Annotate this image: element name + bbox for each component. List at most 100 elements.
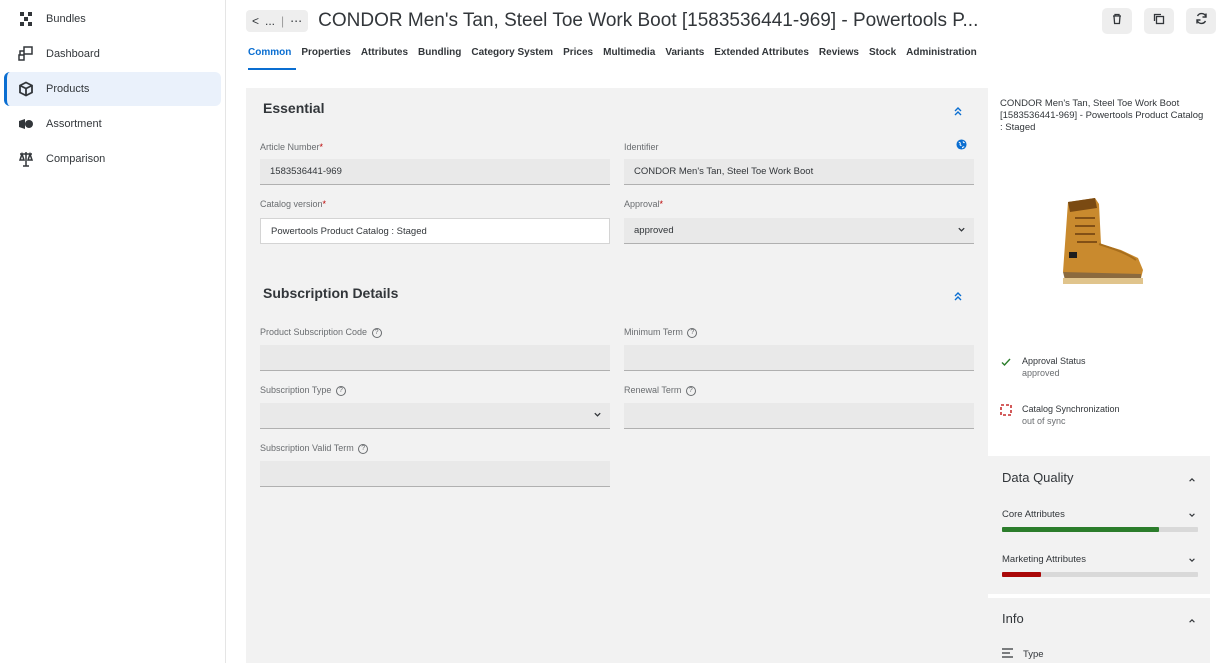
approval-select[interactable]: approved: [624, 218, 974, 244]
chevron-down-icon: [957, 225, 966, 237]
page-title: CONDOR Men's Tan, Steel Toe Work Boot [1…: [318, 10, 979, 31]
identifier-field[interactable]: CONDOR Men's Tan, Steel Toe Work Boot: [624, 159, 974, 185]
tab-common[interactable]: Common: [248, 44, 297, 70]
help-icon[interactable]: ?: [685, 385, 696, 396]
tab-prices[interactable]: Prices: [558, 44, 598, 70]
catalog-sync-value: out of sync: [1022, 416, 1066, 426]
copy-icon: [1153, 12, 1165, 30]
subscription-type-select[interactable]: [260, 403, 610, 429]
sidebar-item-comparison[interactable]: Comparison: [4, 142, 221, 176]
approval-select-value: approved: [634, 225, 674, 236]
required-mark: *: [319, 142, 324, 152]
globe-icon[interactable]: [956, 137, 967, 155]
approval-status-value: approved: [1022, 368, 1060, 378]
renewal-term-label-text: Renewal Term: [624, 385, 682, 395]
valid-term-label-text: Subscription Valid Term: [260, 443, 354, 453]
chevron-down-icon[interactable]: [1188, 556, 1196, 567]
double-chevron-up-icon: [953, 107, 963, 119]
identifier-label: Identifier: [624, 142, 659, 152]
info-section: Info Type: [988, 598, 1210, 663]
minimum-term-field[interactable]: [624, 345, 974, 371]
tab-stock[interactable]: Stock: [864, 44, 901, 70]
clone-button[interactable]: [1144, 8, 1174, 34]
data-quality-title: Data Quality: [1002, 470, 1074, 485]
tab-bar: Common Properties Attributes Bundling Ca…: [248, 44, 982, 70]
list-icon: [1002, 648, 1013, 661]
sidebar-item-label: Bundles: [46, 13, 86, 25]
chevron-up-icon[interactable]: [1188, 476, 1196, 487]
editor-panel: Essential Article Number* 1583536441-969…: [246, 88, 988, 663]
renewal-term-label: Renewal Term ?: [624, 385, 696, 396]
tab-properties[interactable]: Properties: [296, 44, 355, 70]
renewal-term-field[interactable]: [624, 403, 974, 429]
product-image: [1033, 174, 1165, 306]
tab-bundling[interactable]: Bundling: [413, 44, 466, 70]
subscription-type-label: Subscription Type ?: [260, 385, 346, 396]
catalog-version-field[interactable]: Powertools Product Catalog : Staged: [260, 218, 610, 244]
check-icon: [1000, 356, 1012, 370]
sidebar: Bundles Dashboard Products Assortment Co…: [0, 0, 226, 663]
back-button[interactable]: < ... | ⋯: [246, 10, 309, 32]
assortment-icon: [10, 116, 42, 132]
core-attributes-label: Core Attributes: [1002, 509, 1065, 520]
back-label: <: [252, 14, 260, 28]
subscription-code-label: Product Subscription Code ?: [260, 327, 382, 338]
collapse-subscription-button[interactable]: [953, 291, 963, 304]
tab-category-system[interactable]: Category System: [466, 44, 558, 70]
help-icon[interactable]: ?: [358, 443, 369, 454]
header-actions: [1102, 8, 1216, 34]
summary-title: CONDOR Men's Tan, Steel Toe Work Boot [1…: [1000, 98, 1204, 133]
comparison-icon: [10, 151, 42, 167]
sidebar-item-dashboard[interactable]: Dashboard: [4, 37, 221, 71]
chevron-up-icon[interactable]: [1188, 617, 1196, 628]
valid-term-label: Subscription Valid Term ?: [260, 443, 369, 454]
core-attributes-bar-fill: [1002, 527, 1159, 532]
core-attributes-bar: [1002, 527, 1198, 532]
catalog-version-label-text: Catalog version: [260, 199, 323, 209]
info-type-label: Type: [1023, 649, 1044, 660]
valid-term-field[interactable]: [260, 461, 610, 487]
help-icon[interactable]: ?: [335, 385, 346, 396]
ellipsis-label: ...: [265, 14, 276, 28]
marketing-attributes-bar: [1002, 572, 1198, 577]
catalog-sync-status: Catalog Synchronization out of sync: [1000, 404, 1120, 426]
tab-attributes[interactable]: Attributes: [356, 44, 413, 70]
article-number-label: Article Number*: [260, 142, 323, 152]
separator: |: [281, 14, 285, 28]
tab-multimedia[interactable]: Multimedia: [598, 44, 660, 70]
sidebar-item-label: Comparison: [46, 153, 106, 165]
sidebar-item-products[interactable]: Products: [4, 72, 221, 106]
sync-status-icon: [1000, 404, 1012, 418]
tab-administration[interactable]: Administration: [901, 44, 982, 70]
article-number-field[interactable]: 1583536441-969: [260, 159, 610, 185]
catalog-sync-label: Catalog Synchronization: [1022, 404, 1120, 414]
sidebar-item-label: Assortment: [46, 118, 102, 130]
boot-illustration: [1063, 198, 1143, 284]
chevron-down-icon[interactable]: [1188, 511, 1196, 522]
delete-button[interactable]: [1102, 8, 1132, 34]
object-header: < ... | ⋯ CONDOR Men's Tan, Steel Toe Wo…: [246, 6, 1216, 36]
products-icon: [10, 81, 42, 97]
double-chevron-up-icon: [953, 292, 963, 304]
help-icon[interactable]: ?: [371, 327, 382, 338]
essential-section-title: Essential: [263, 100, 325, 116]
collapse-essential-button[interactable]: [953, 106, 963, 119]
tab-extended-attributes[interactable]: Extended Attributes: [709, 44, 814, 70]
marketing-attributes-label: Marketing Attributes: [1002, 554, 1086, 565]
trash-icon: [1111, 12, 1123, 30]
subscription-section-title: Subscription Details: [263, 285, 399, 301]
chevron-down-icon: [593, 410, 602, 422]
marketing-attributes-bar-fill: [1002, 572, 1042, 577]
approval-label-text: Approval: [624, 199, 660, 209]
sidebar-item-assortment[interactable]: Assortment: [4, 107, 221, 141]
subscription-code-field[interactable]: [260, 345, 610, 371]
help-icon[interactable]: ?: [687, 327, 698, 338]
sidebar-item-bundles[interactable]: Bundles: [4, 2, 221, 36]
tab-variants[interactable]: Variants: [660, 44, 709, 70]
tab-reviews[interactable]: Reviews: [814, 44, 864, 70]
dashboard-icon: [10, 46, 42, 62]
sidebar-item-label: Products: [46, 83, 90, 95]
approval-status: Approval Status approved: [1000, 356, 1086, 378]
refresh-button[interactable]: [1186, 8, 1216, 34]
info-title: Info: [1002, 611, 1024, 626]
